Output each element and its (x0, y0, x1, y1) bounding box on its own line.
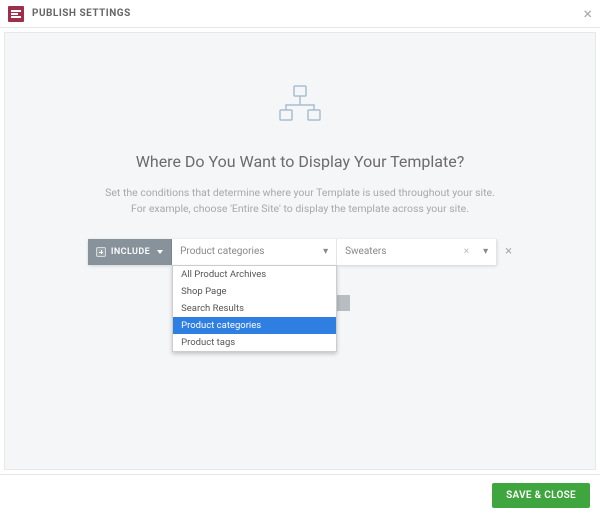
include-label: INCLUDE (111, 247, 150, 257)
chevron-down-icon: ▾ (475, 246, 496, 257)
scope-select-value: Product categories (172, 246, 315, 257)
value-select-value: Sweaters (337, 246, 464, 257)
dropdown-item[interactable]: Product categories (173, 317, 336, 334)
dropdown-item[interactable]: Shop Page (173, 283, 336, 300)
value-select[interactable]: Sweaters × ▾ (337, 239, 497, 265)
scope-select[interactable]: Product categories ▾ All Product Archive… (172, 239, 337, 265)
chevron-down-icon: ▾ (315, 246, 336, 257)
header-bar: PUBLISH SETTINGS × (0, 0, 600, 28)
dropdown-item[interactable]: Search Results (173, 300, 336, 317)
footer-bar: SAVE & CLOSE (0, 474, 600, 516)
panel-desc-line2: For example, choose 'Entire Site' to dis… (131, 202, 469, 215)
panel-desc-line1: Set the conditions that determine where … (105, 186, 495, 199)
include-toggle[interactable]: INCLUDE (88, 239, 172, 265)
hierarchy-icon (277, 85, 323, 124)
remove-condition-icon[interactable]: × (505, 239, 512, 265)
save-close-button[interactable]: SAVE & CLOSE (492, 483, 590, 508)
chevron-down-icon (157, 250, 163, 254)
header-title: PUBLISH SETTINGS (32, 8, 131, 19)
dropdown-item[interactable]: All Product Archives (173, 266, 336, 283)
close-icon[interactable]: × (583, 6, 592, 22)
app-logo (8, 6, 24, 22)
condition-area: INCLUDE Product categories ▾ All Product… (88, 239, 512, 265)
plus-icon (96, 247, 106, 257)
panel-title: Where Do You Want to Display Your Templa… (136, 152, 465, 171)
dropdown-item[interactable]: Product tags (173, 334, 336, 351)
condition-row: INCLUDE Product categories ▾ All Product… (88, 239, 497, 265)
clear-value-icon[interactable]: × (464, 246, 475, 257)
panel-description: Set the conditions that determine where … (105, 185, 495, 217)
scope-dropdown: All Product Archives Shop Page Search Re… (172, 265, 337, 352)
main-panel: Where Do You Want to Display Your Templa… (4, 32, 596, 470)
